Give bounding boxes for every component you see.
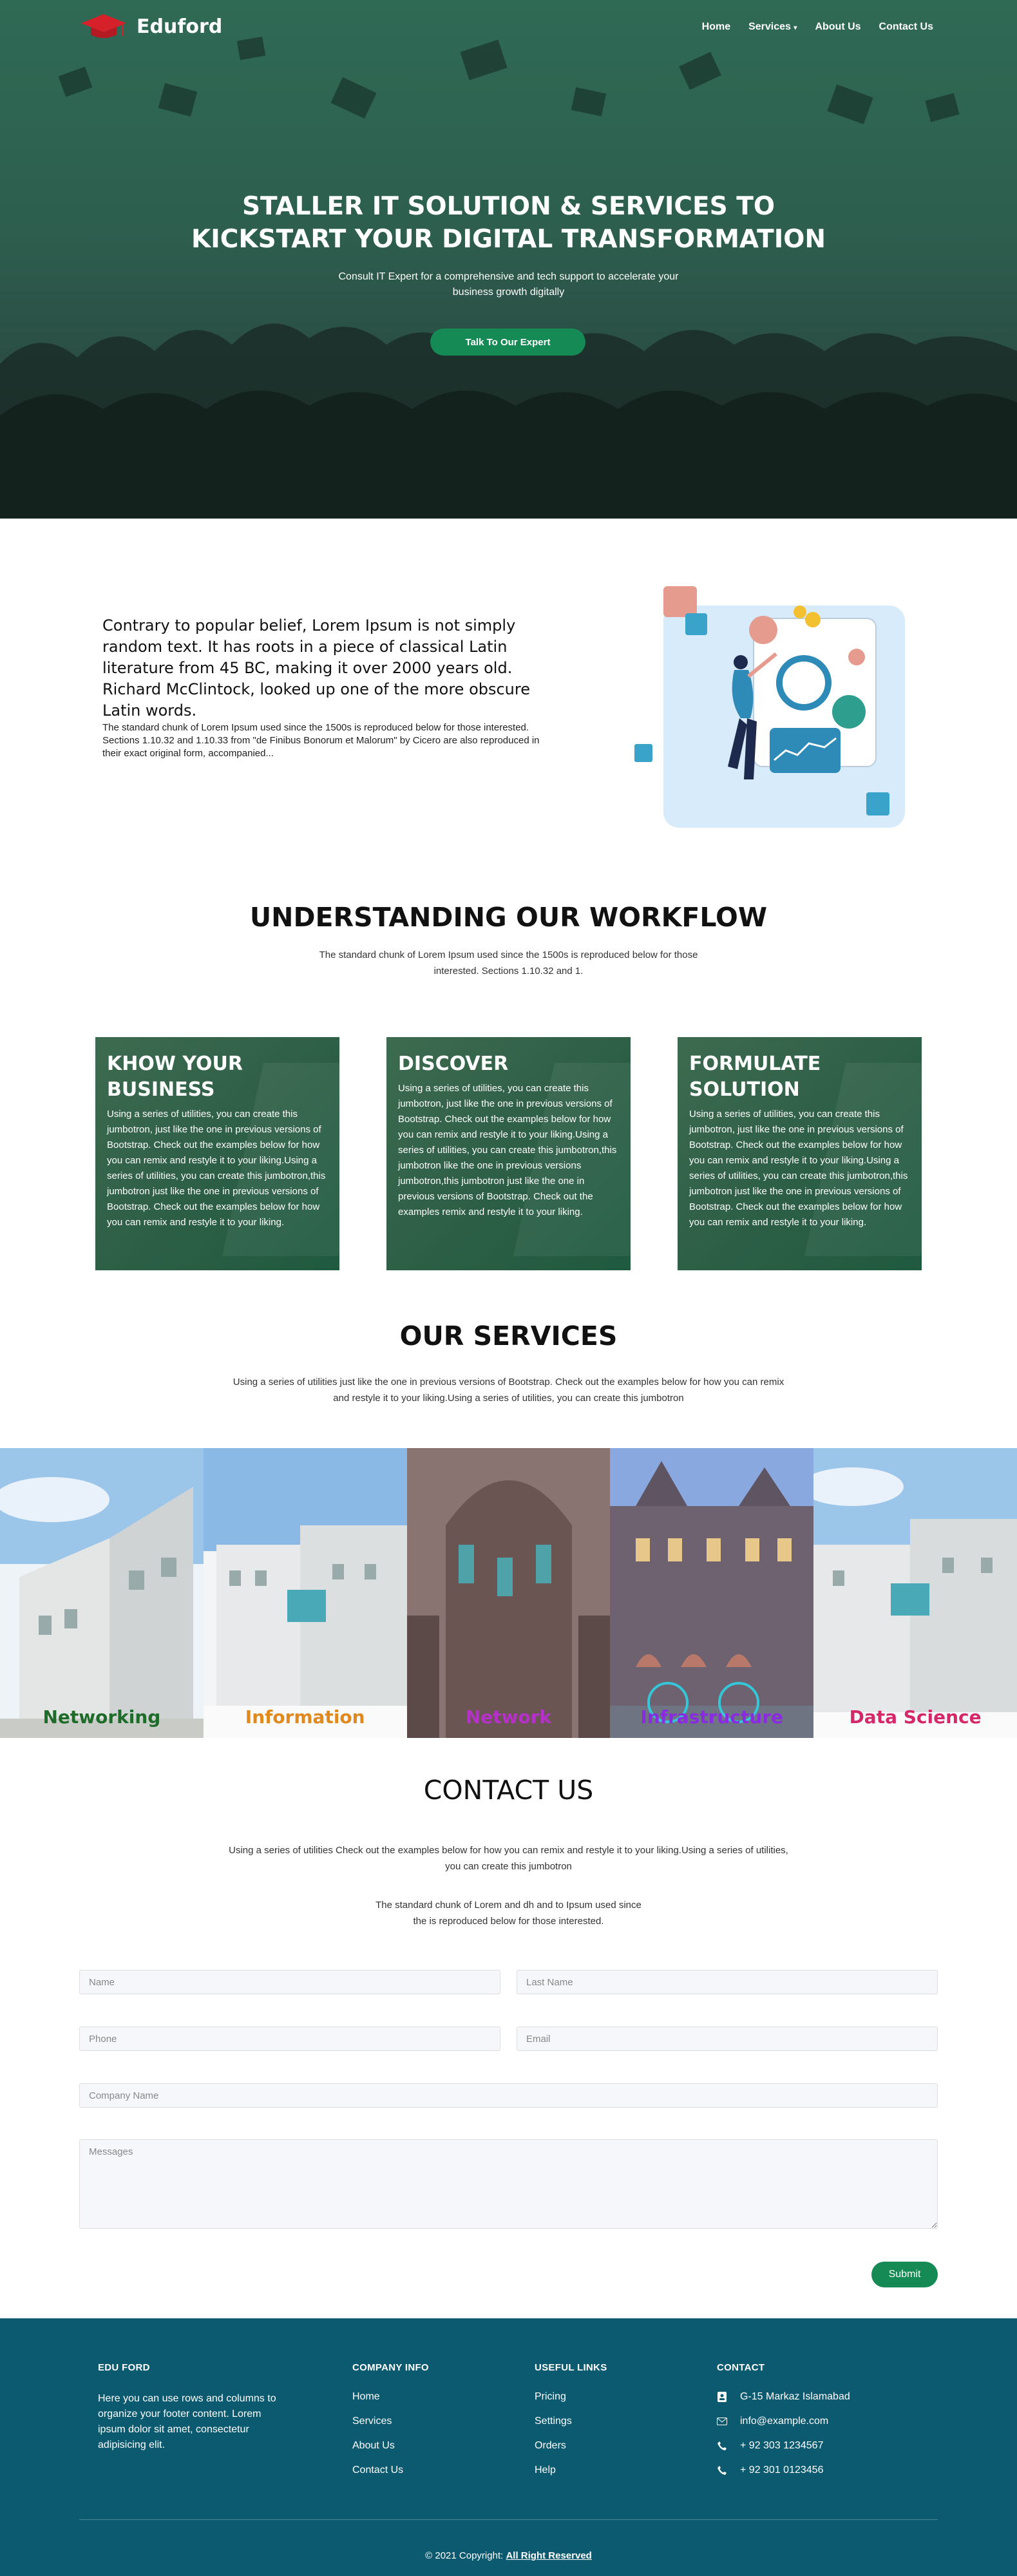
footer-phone2-row: + 92 301 0123456 [717, 2465, 923, 2476]
service-tile-infrastructure[interactable]: Infrastructure [610, 1448, 814, 1738]
footer-phone-1: + 92 303 1234567 [740, 2440, 824, 2451]
service-label: Infrastructure [640, 1706, 784, 1728]
footer-address-row: G-15 Markaz Islamabad [717, 2391, 923, 2403]
card-text: Using a series of utilities, you can cre… [398, 1083, 617, 1217]
name-field[interactable] [79, 1970, 500, 1994]
workflow-card-formulate: FORMULATE SOLUTION Using a series of uti… [678, 1037, 922, 1270]
footer-useful-title: USEFUL LINKS [535, 2362, 607, 2373]
footer-divider [79, 2519, 938, 2520]
building-image [813, 1448, 1017, 1738]
nav-services-label: Services [748, 21, 791, 32]
footer-about: EDU FORD Here you can use rows and colum… [98, 2362, 291, 2453]
phone-icon [717, 2466, 727, 2475]
card-title: FORMULATE SOLUTION [689, 1053, 821, 1101]
copyright-text: © 2021 Copyright: [425, 2550, 504, 2561]
copyright: © 2021 Copyright: All Right Reserved [0, 2550, 1017, 2561]
card-text: Using a series of utilities, you can cre… [107, 1109, 326, 1228]
graduation-cap-icon [81, 14, 126, 38]
workflow-text: The standard chunk of Lorem Ipsum used s… [319, 949, 698, 977]
contact-title: CONTACT US [423, 1775, 594, 1806]
intro-heading: Contrary to popular belief, Lorem Ipsum … [102, 616, 530, 720]
footer-link-orders[interactable]: Orders [535, 2440, 676, 2452]
building-image [0, 1448, 204, 1738]
graduation-cap-decor [158, 82, 198, 117]
service-tile-networking[interactable]: Networking [0, 1448, 204, 1738]
brand-name: Eduford [137, 15, 223, 38]
service-tile-network[interactable]: Network [406, 1448, 611, 1738]
workflow-card-know-business: KHOW YOUR BUSINESS Using a series of uti… [95, 1037, 339, 1270]
intro-text: The standard chunk of Lorem Ipsum used s… [102, 722, 540, 759]
footer-link-services[interactable]: Services [352, 2416, 494, 2427]
footer-company-title: COMPANY INFO [352, 2362, 429, 2373]
brand-logo[interactable]: Eduford [80, 12, 222, 41]
service-label: Information [245, 1706, 365, 1728]
company-name-field[interactable] [79, 2083, 938, 2108]
address-card-icon [717, 2392, 727, 2402]
hero-title: STALLER IT SOLUTION & SERVICES TO KICKST… [0, 190, 1017, 256]
footer-email: info@example.com [740, 2416, 829, 2427]
messages-field[interactable] [79, 2139, 938, 2229]
footer-link-home[interactable]: Home [352, 2391, 494, 2403]
graduation-cap-decor [58, 66, 93, 97]
analytics-illustration [634, 586, 905, 828]
graduation-cap-decor [827, 84, 873, 124]
contact-text-1: Using a series of utilities Check out th… [229, 1845, 788, 1872]
services-gallery: Networking Information Network Infrastru… [0, 1448, 1017, 1738]
graduation-cap-decor [925, 93, 960, 122]
footer-link-settings[interactable]: Settings [535, 2416, 676, 2427]
footer-contact: CONTACT G-15 Markaz Islamabad info@examp… [717, 2362, 923, 2489]
top-navbar: Eduford Home Services ▾ About Us Contact… [0, 0, 1017, 58]
services-text: Using a series of utilities just like th… [233, 1377, 784, 1404]
footer-email-row: info@example.com [717, 2416, 923, 2427]
email-field[interactable] [517, 2027, 938, 2051]
nav-menu: Home Services ▾ About Us Contact Us [702, 21, 933, 33]
graduation-cap-decor [330, 77, 377, 119]
footer-phone1-row: + 92 303 1234567 [717, 2440, 923, 2452]
service-label: Network [465, 1706, 552, 1728]
service-label: Data Science [849, 1706, 982, 1728]
phone-field[interactable] [79, 2027, 500, 2051]
hero-title-line1: STALLER IT SOLUTION & SERVICES TO [242, 192, 775, 221]
footer-address: G-15 Markaz Islamabad [740, 2391, 850, 2402]
contact-text-2: The standard chunk of Lorem and dh and t… [375, 1900, 642, 1927]
university-building-image [610, 1448, 814, 1738]
talk-to-expert-button[interactable]: Talk To Our Expert [430, 329, 585, 356]
footer-about-text: Here you can use rows and columns to org… [98, 2393, 276, 2450]
submit-button[interactable]: Submit [871, 2262, 938, 2287]
nav-about[interactable]: About Us [815, 21, 860, 33]
nav-services[interactable]: Services ▾ [748, 21, 797, 33]
footer-phone-2: + 92 301 0123456 [740, 2465, 824, 2476]
footer-contact-title: CONTACT [717, 2362, 765, 2373]
caret-down-icon: ▾ [794, 24, 797, 32]
footer-link-contact[interactable]: Contact Us [352, 2465, 494, 2476]
footer-link-about[interactable]: About Us [352, 2440, 494, 2452]
building-image [203, 1448, 407, 1738]
services-title: OUR SERVICES [399, 1321, 618, 1351]
phone-icon [717, 2441, 727, 2450]
footer-link-help[interactable]: Help [535, 2465, 676, 2476]
footer-link-pricing[interactable]: Pricing [535, 2391, 676, 2403]
hero-subtitle: Consult IT Expert for a comprehensive an… [338, 271, 679, 298]
workflow-title: UNDERSTANDING OUR WORKFLOW [249, 902, 768, 933]
card-text: Using a series of utilities, you can cre… [689, 1109, 908, 1228]
nav-home[interactable]: Home [702, 21, 730, 33]
footer: EDU FORD Here you can use rows and colum… [0, 2318, 1017, 2576]
graduation-cap-decor [571, 87, 607, 117]
card-title: DISCOVER [398, 1053, 509, 1075]
footer-about-title: EDU FORD [98, 2362, 150, 2373]
nav-contact[interactable]: Contact Us [879, 21, 933, 33]
workflow-card-discover: DISCOVER Using a series of utilities, yo… [386, 1037, 631, 1270]
hero-section: Eduford Home Services ▾ About Us Contact… [0, 0, 1017, 519]
cathedral-interior-image [406, 1448, 611, 1738]
footer-useful-links: USEFUL LINKS Pricing Settings Orders Hel… [535, 2362, 676, 2489]
last-name-field[interactable] [517, 1970, 938, 1994]
envelope-icon [717, 2418, 727, 2425]
hero-title-line2: KICKSTART YOUR DIGITAL TRANSFORMATION [191, 225, 826, 254]
service-tile-information[interactable]: Information [203, 1448, 407, 1738]
service-label: Networking [43, 1706, 161, 1728]
footer-company-info: COMPANY INFO Home Services About Us Cont… [352, 2362, 494, 2489]
card-title: KHOW YOUR BUSINESS [107, 1053, 243, 1101]
rights-link[interactable]: All Right Reserved [506, 2550, 591, 2561]
service-tile-data-science[interactable]: Data Science [813, 1448, 1017, 1738]
